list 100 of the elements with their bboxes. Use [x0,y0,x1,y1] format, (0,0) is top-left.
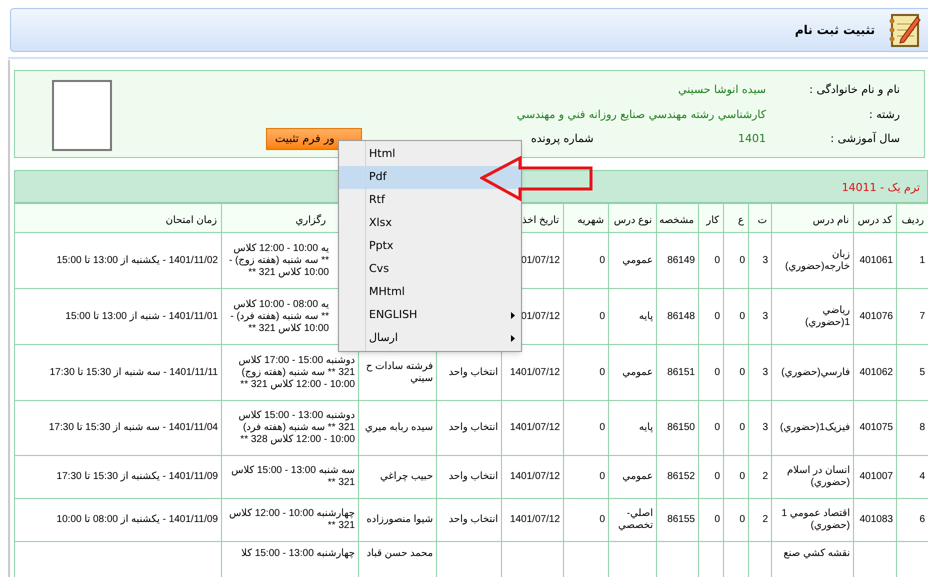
table-cell-text: 0 [598,254,605,266]
table-cell-text: 1401/07/12 [508,422,560,434]
table-cell-text: يه 08:00 - 10:00 كلاس ** سه شنبه (هفته فرد) - 10:00 كلاس 321 ** [229,298,329,334]
file-number-label: شماره پرونده [531,131,594,147]
term-title: ترم يک - 14011 [842,180,920,196]
table-cell-text: پايه [638,310,653,322]
table-cell-text: زبان خارجه(حضوري) [784,248,850,272]
field-label: سال آموزشی : [829,131,900,147]
column-header: مشخصه [659,215,694,226]
table-cell-text: 1401/11/09 - يكشنبه از 08:00 تا 10:00 [56,514,218,526]
table-cell-text: 0 [713,471,720,483]
field-label: نام و نام خانوادگی : [808,82,900,98]
table-cell-text: پايه [638,422,653,434]
table-cell-text: 401083 [858,514,893,526]
page-title: تثبيت ثبت نام [794,22,875,39]
table-cell-text: 6 [918,514,925,526]
table-cell-text: انتخاب واحد [448,514,498,526]
menu-item[interactable]: Xlsx [339,212,521,235]
table-cell-text: 0 [713,254,720,266]
table-cell-text: 1401/11/04 - سه شنبه از 15:30 تا 17:30 [48,422,218,434]
table-cell-text: انسان در اسلام (حضوري) [786,465,850,489]
table-cell-text: 0 [713,514,720,526]
table-cell-text: 8 [918,422,925,434]
table-cell-text: اصلي-تخصصي [617,508,653,532]
table-cell-text: 4 [918,471,925,483]
table-cell-text: 7 [918,310,925,322]
menu-item[interactable]: Pdf [339,166,521,189]
table-cell-text: 86151 [666,366,695,378]
table-cell-text: 0 [738,514,745,526]
table-cell-text: 1 [918,254,925,266]
table-cell-text: 1401/07/12 [508,366,560,378]
table-cell-text: 401075 [858,422,893,434]
menu-item[interactable]: ارسال [339,327,521,350]
table-cell-text: دوشنبه 13:00 - 15:00 كلاس 321 ** سه شنبه (هفته فرد) 10:00 - 12:00 كلاس 328 ** [237,410,355,446]
table-cell-text: انتخاب واحد [448,422,498,434]
table-cell-text: 1401/07/12 [508,514,560,526]
table-cell-text: 401061 [858,254,893,266]
table-cell-text: 3 [761,366,768,378]
table-cell-text: فرشته سادات ح سيني [364,360,433,384]
table-cell-text: 0 [713,366,720,378]
menu-item[interactable]: MHtml [339,281,521,304]
table-cell-text: 1401/11/02 - يكشنبه از 13:00 تا 15:00 [56,254,218,266]
field-label: رشته : [868,106,900,123]
field-value: كارشناسي رشته مهندسي صنايع روزانه فني و مهندسي [516,106,766,123]
table-cell-text: سيده ربابه ميري [364,422,433,434]
table-cell-text: چهارشنبه 13:00 - 15:00 كلا [240,548,355,560]
table-cell-text: 0 [598,514,605,526]
table-cell-text: 0 [598,366,605,378]
table-cell-text: دوشنبه 15:00 - 17:00 كلاس 321 ** سه شنبه (هفته زوج) 10:00 - 12:00 كلاس 321 ** [237,354,355,390]
table-cell-text: 0 [738,471,745,483]
menu-item[interactable]: Pptx [339,235,521,258]
table-cell-text: 1401/11/11 - سه شنبه از 15:30 تا 17:30 [48,366,218,378]
menu-item[interactable]: Rtf [339,189,521,212]
table-cell-text: 401062 [858,366,893,378]
table-cell-text: 2 [761,471,768,483]
notebook-pencil-icon [887,12,921,48]
table-cell-text: حبيب چراغي [379,471,433,483]
menu-item[interactable]: Cvs [339,258,521,281]
table-cell-text: اقتصاد عمومي 1 (حضوري) [780,508,850,532]
field-value: سيده انوشا حسيني [678,82,766,98]
table-cell-text: 0 [598,310,605,322]
table-cell-text: 86148 [666,310,695,322]
table-cell-text: 1401/11/09 - يكشنبه از 15:30 تا 17:30 [56,471,218,483]
table-cell-text: فارسي(حضوري) [780,366,850,378]
menu-item[interactable]: ENGLISH [339,304,521,327]
table-cell-text: 86150 [666,422,695,434]
table-cell-text: چهارشنبه 10:00 - 12:00 كلاس 321 ** [228,508,355,532]
column-header: شهريه [577,215,604,226]
column-header: رگزاري [295,215,326,226]
table-cell-text: 3 [761,310,768,322]
table-cell-text: 1401/11/01 - شنبه از 13:00 تا 15:00 [64,310,218,322]
table-cell-text: 0 [738,422,745,434]
table-cell-text: 01/07/12 [520,254,560,266]
column-header: رديف [902,215,924,226]
table-cell-text: شيوا منصورزاده [366,514,433,526]
photo-placeholder [52,80,112,151]
table-cell-text: انتخاب واحد [448,471,498,483]
table-cell-text: نقشه كشي صنع [782,548,850,560]
column-header: تاريخ اخذ [522,215,559,226]
table-cell-text: 86149 [666,254,695,266]
table-cell-text: 86152 [666,471,695,483]
table-cell-text: 1401/07/12 [508,471,560,483]
table-cell-text: يه 10:00 - 12:00 كلاس ** سه شنبه (هفته زوج) - 10:00 كلاس 321 ** [228,242,329,278]
table-cell-text: 0 [598,471,605,483]
table-cell-text: 3 [761,422,768,434]
column-header: نام درس [812,215,849,226]
table-cell-text: 86155 [666,514,695,526]
table-cell-text: عمومي [621,471,653,483]
column-header: ع [738,215,744,226]
table-cell-text: 5 [918,366,925,378]
column-header: ت [758,215,767,226]
table-cell-text: 01/07/12 [520,310,560,322]
column-header: کد درس [858,215,892,226]
table-cell-text: محمد حسن قباد [366,548,433,560]
table-cell-text: 0 [713,422,720,434]
table-cell-text: 3 [761,254,768,266]
table-cell-text: 2 [761,514,768,526]
table-cell-text: 0 [738,254,745,266]
table-cell-text: 0 [713,310,720,322]
table-cell-text: عمومي [621,366,653,378]
